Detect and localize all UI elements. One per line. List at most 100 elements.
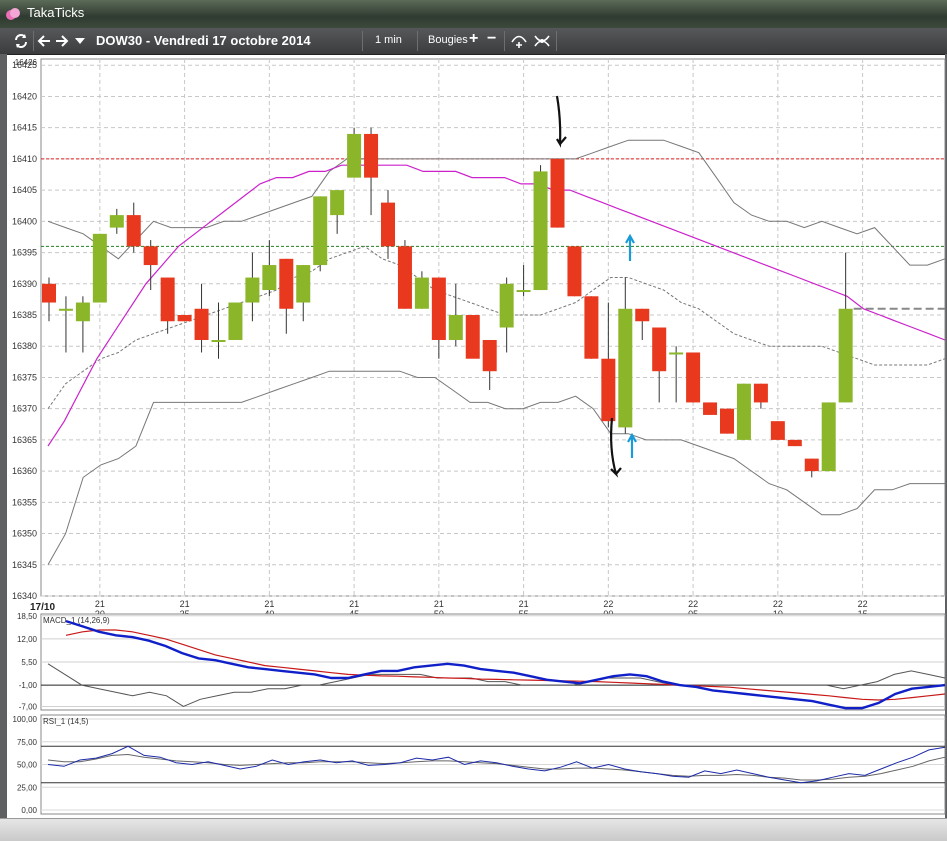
candle <box>550 158 565 228</box>
candle-body-down <box>381 202 395 247</box>
candle-body-up <box>75 302 90 322</box>
candle-body-up <box>516 290 531 293</box>
time-tick-hour: 21 <box>95 599 105 609</box>
candle <box>177 315 192 322</box>
candle-body-down <box>397 246 412 309</box>
candle <box>313 196 328 272</box>
time-tick-hour: 22 <box>688 599 698 609</box>
candle-body-down <box>160 277 175 322</box>
candle <box>465 315 480 359</box>
candle <box>567 246 582 297</box>
rsi-tick-label: 50,00 <box>17 761 38 770</box>
candle-body-up <box>92 233 107 303</box>
time-tick-hour: 21 <box>519 599 529 609</box>
macd-tick-label: -1,00 <box>19 681 38 690</box>
candle-body-up <box>448 315 463 340</box>
zoom-in-button[interactable]: + <box>469 30 478 48</box>
candle-body-down <box>465 315 480 359</box>
time-tick-hour: 21 <box>180 599 190 609</box>
crosshair-icon[interactable] <box>533 32 551 50</box>
candle-body-down <box>720 408 734 434</box>
macd-tick-label: 18,50 <box>17 612 38 621</box>
candle <box>770 421 785 440</box>
back-arrow-icon[interactable] <box>37 34 51 48</box>
chart-canvas[interactable]: 16340 16345 16350 16355 16360 16365 16370 16375… <box>0 54 947 818</box>
toolbar-separator <box>504 31 505 51</box>
candle-body-up <box>109 215 124 228</box>
fit-icon[interactable] <box>510 32 528 50</box>
price-tick-label: 16426 <box>15 58 38 67</box>
candle-body-down <box>652 327 667 372</box>
candle-body-up <box>669 352 684 355</box>
candle-body-down <box>482 339 497 372</box>
candle-body-down <box>753 383 768 403</box>
price-tick-label: 16380 <box>12 341 37 351</box>
candle-body-down <box>584 296 599 359</box>
macd-tick-label: 12,00 <box>17 635 38 644</box>
candle <box>347 127 362 178</box>
time-tick-hour: 21 <box>264 599 274 609</box>
candle-body-up <box>347 133 362 178</box>
price-tick-label: 16385 <box>12 310 37 320</box>
price-tick-label: 16340 <box>12 591 37 601</box>
toolbar-separator <box>362 31 363 51</box>
candle-body-up <box>414 277 429 309</box>
price-panel <box>40 58 946 597</box>
candle <box>720 408 734 434</box>
zoom-out-button[interactable]: − <box>487 30 496 48</box>
price-tick-label: 16375 <box>12 372 37 382</box>
candle-body-up <box>262 265 277 291</box>
price-tick-label: 16355 <box>12 497 37 507</box>
candle <box>397 240 412 309</box>
candle-body-up <box>821 402 836 472</box>
status-bar <box>0 818 947 841</box>
candle-body-up <box>58 308 73 311</box>
candle-body-down <box>770 421 785 440</box>
candle-body-up <box>499 283 514 328</box>
rsi-tick-label: 100,00 <box>13 715 38 724</box>
toolbar-separator <box>417 31 418 51</box>
price-tick-label: 16400 <box>12 216 37 226</box>
candle-body-down <box>126 215 141 247</box>
time-tick-hour: 21 <box>349 599 359 609</box>
toolbar-separator <box>556 31 557 51</box>
candle-body-down <box>431 277 446 340</box>
price-tick-label: 16420 <box>12 91 37 101</box>
rsi-tick-label: 0,00 <box>21 806 37 815</box>
forward-arrow-icon[interactable] <box>55 34 69 48</box>
rsi-label: RSI_1 (14,5) <box>43 717 89 726</box>
candle-body-up <box>228 302 243 340</box>
chart-title: DOW30 - Vendredi 17 octobre 2014 <box>96 33 311 48</box>
title-bar: TakaTicks <box>0 0 947 28</box>
time-tick-hour: 22 <box>773 599 783 609</box>
chart-toolbar: DOW30 - Vendredi 17 octobre 2014 1 min B… <box>0 28 947 55</box>
toolbar-separator <box>33 31 34 51</box>
candle <box>787 439 802 447</box>
chart-style-selector[interactable]: Bougies <box>428 34 468 46</box>
candle <box>703 402 718 415</box>
price-tick-label: 16405 <box>12 185 37 195</box>
candle-body-up <box>313 196 328 266</box>
candle <box>686 352 701 403</box>
candle <box>92 233 107 303</box>
candle-body-up <box>211 339 226 342</box>
timeframe-selector[interactable]: 1 min <box>375 34 402 46</box>
dropdown-icon[interactable] <box>74 37 86 45</box>
candle-body-up <box>838 308 853 403</box>
candle-body-down <box>787 439 802 447</box>
time-tick-hour: 22 <box>858 599 868 609</box>
price-tick-label: 16410 <box>12 154 37 164</box>
candle-body-up <box>330 190 345 216</box>
takaticks-logo-icon <box>6 8 20 20</box>
candle-body-down <box>42 283 56 303</box>
price-tick-label: 16390 <box>12 279 37 289</box>
time-tick-hour: 21 <box>434 599 444 609</box>
macd-tick-label: -7,00 <box>19 702 38 711</box>
candle-body-up <box>736 383 751 440</box>
candle-body-down <box>364 133 379 178</box>
price-tick-label: 16395 <box>12 248 37 258</box>
refresh-icon[interactable] <box>13 33 29 49</box>
candle-body-down <box>601 358 616 422</box>
price-tick-label: 16350 <box>12 529 37 539</box>
price-tick-label: 16365 <box>12 435 37 445</box>
